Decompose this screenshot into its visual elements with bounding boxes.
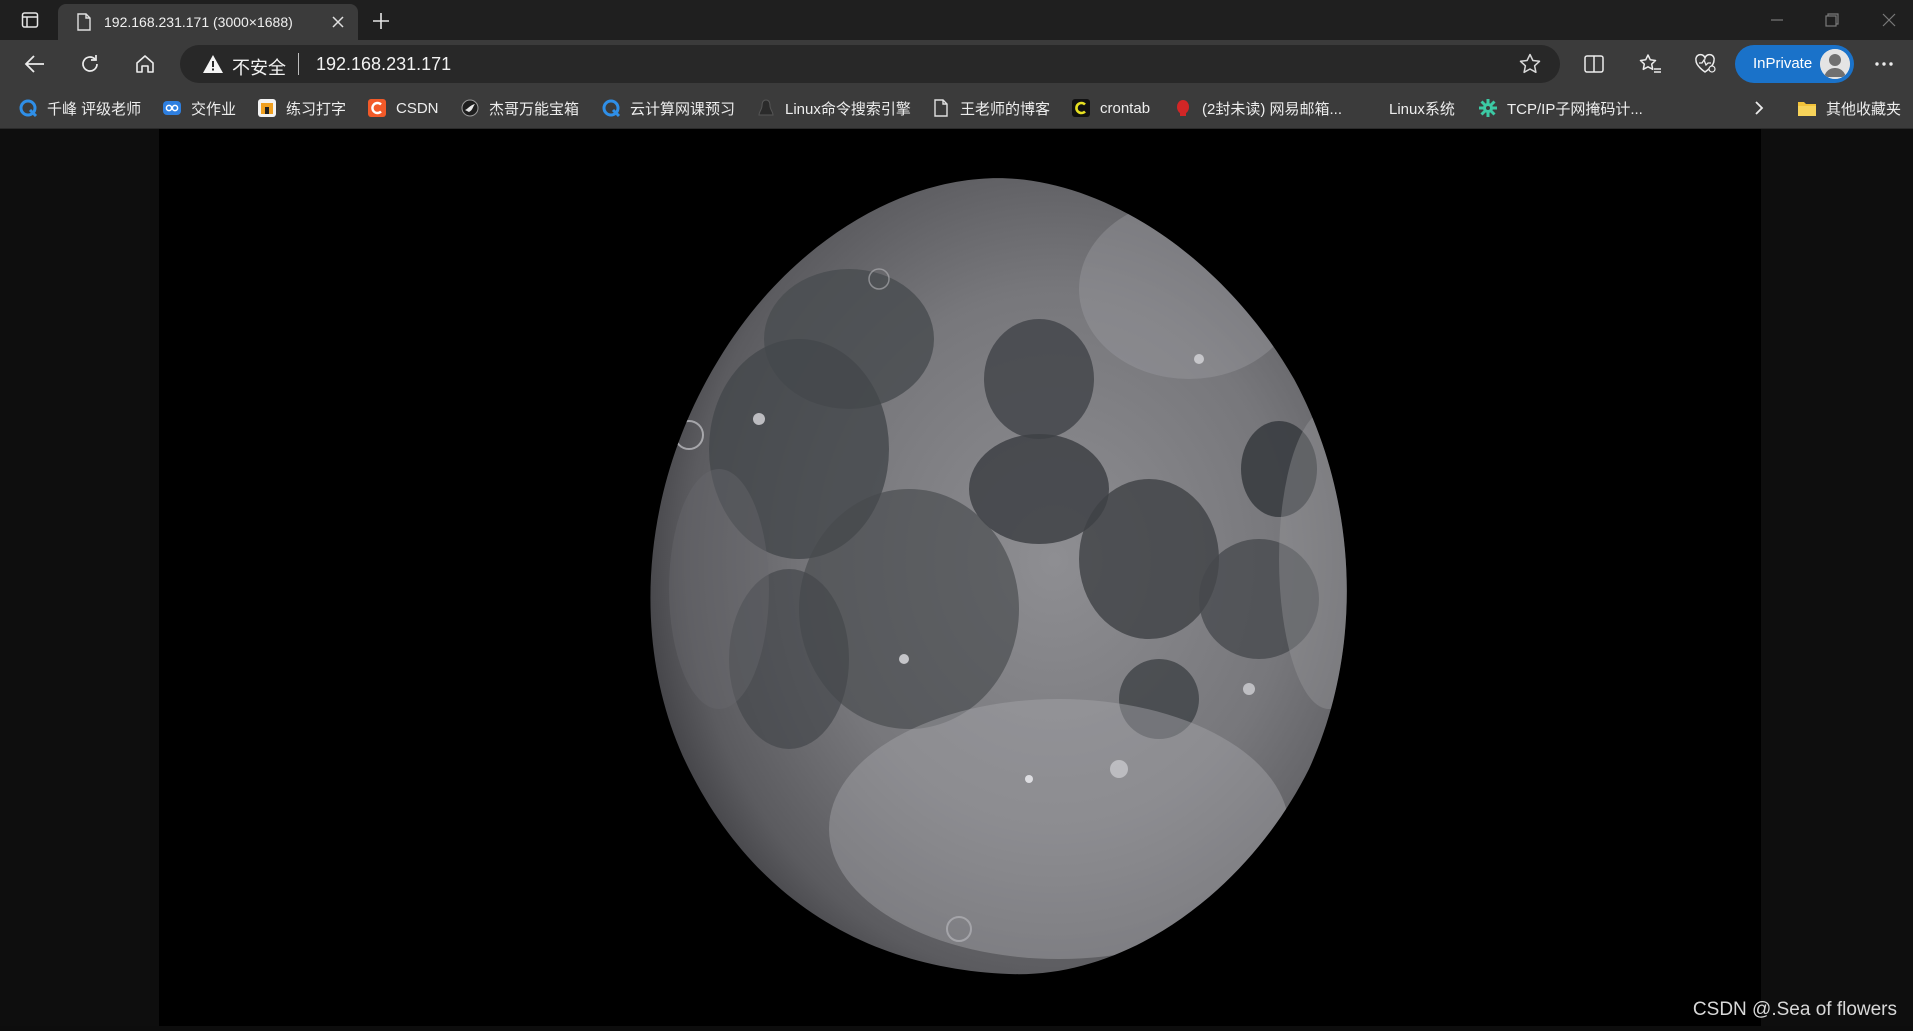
bookmark-qianfeng[interactable]: 千峰 评级老师 xyxy=(18,97,141,119)
tab-strip: 192.168.231.171 (3000×1688) xyxy=(0,0,1913,40)
bookmark-label: 云计算网课预习 xyxy=(630,100,736,118)
page-icon xyxy=(931,98,951,118)
back-arrow-icon xyxy=(24,55,44,73)
bookmark-label: 其他收藏夹 xyxy=(1826,100,1902,118)
avatar xyxy=(1820,49,1850,79)
home-button[interactable] xyxy=(128,48,162,80)
home-icon xyxy=(136,55,154,73)
page-icon xyxy=(74,12,94,32)
active-tab[interactable]: 192.168.231.171 (3000×1688) xyxy=(58,4,358,40)
bookmark-label: 杰哥万能宝箱 xyxy=(489,100,580,118)
bookmarks-overflow-button[interactable] xyxy=(1753,97,1765,119)
bookmark-subnet-calc[interactable]: TCP/IP子网掩码计... xyxy=(1478,97,1643,119)
bookmark-label: 千峰 评级老师 xyxy=(47,100,142,118)
bookmark-linux-system[interactable]: Linux系统 xyxy=(1360,97,1455,119)
moon-image xyxy=(650,178,1347,975)
warning-icon[interactable] xyxy=(202,54,224,74)
bookmark-label: Linux命令搜索引擎 xyxy=(785,100,911,118)
bookmark-label: TCP/IP子网掩码计... xyxy=(1507,100,1643,118)
back-button[interactable] xyxy=(18,48,52,80)
gear-icon xyxy=(1478,98,1498,118)
browser-toolbar: 不安全 192.168.231.171 InPrivate xyxy=(0,40,1913,88)
typing-icon xyxy=(257,98,277,118)
mail-icon xyxy=(1173,98,1193,118)
close-icon xyxy=(1882,13,1896,27)
bookmark-crontab[interactable]: crontab xyxy=(1071,97,1150,119)
blue-badge-icon xyxy=(162,98,182,118)
favorites-button[interactable] xyxy=(1636,50,1664,78)
favorite-star-icon[interactable] xyxy=(1518,52,1542,76)
tab-actions-button[interactable] xyxy=(14,6,46,34)
security-label[interactable]: 不安全 xyxy=(232,54,286,80)
qianfeng-icon xyxy=(18,98,38,118)
bookmark-jiege[interactable]: 杰哥万能宝箱 xyxy=(460,97,579,119)
bookmark-label: 交作业 xyxy=(191,100,237,118)
new-tab-button[interactable] xyxy=(368,8,394,34)
bookmark-homework[interactable]: 交作业 xyxy=(162,97,236,119)
address-divider xyxy=(298,53,299,75)
refresh-button[interactable] xyxy=(73,48,107,80)
csdn-icon xyxy=(367,98,387,118)
bookmark-csdn[interactable]: CSDN xyxy=(367,97,439,119)
crontab-icon xyxy=(1071,98,1091,118)
split-screen-icon xyxy=(1584,55,1604,73)
browser-essentials-button[interactable] xyxy=(1691,50,1719,78)
favorites-icon xyxy=(1639,54,1661,73)
bookmark-wang-blog[interactable]: 王老师的博客 xyxy=(931,97,1050,119)
address-bar[interactable]: 不安全 192.168.231.171 xyxy=(180,45,1560,83)
bookmarks-bar: 千峰 评级老师 交作业 练习打字 CSDN 杰哥万能宝箱 云计算网课预习 Lin… xyxy=(0,88,1913,129)
page-viewport: CSDN @.Sea of flowers xyxy=(0,129,1913,1026)
qianfeng-icon xyxy=(601,98,621,118)
tab-title: 192.168.231.171 (3000×1688) xyxy=(104,14,293,30)
bookmark-linux-search[interactable]: Linux命令搜索引擎 xyxy=(756,97,911,119)
split-screen-button[interactable] xyxy=(1580,50,1608,78)
bookmark-label: 练习打字 xyxy=(286,100,347,118)
linux-icon xyxy=(756,98,776,118)
csdn-watermark: CSDN @.Sea of flowers xyxy=(1692,999,1897,1020)
close-tab-button[interactable] xyxy=(328,12,348,32)
inprivate-profile-button[interactable]: InPrivate xyxy=(1735,45,1854,83)
bird-icon xyxy=(460,98,480,118)
plus-icon xyxy=(373,13,389,29)
heart-pulse-icon xyxy=(1695,53,1716,73)
chevron-right-icon xyxy=(1755,101,1764,115)
blank-site-icon xyxy=(1360,98,1380,118)
close-icon xyxy=(332,16,344,28)
folder-icon xyxy=(1797,98,1817,118)
bookmark-label: crontab xyxy=(1100,99,1151,117)
bookmark-label: 王老师的博客 xyxy=(960,100,1051,118)
refresh-icon xyxy=(82,55,98,72)
bookmark-cloud-course[interactable]: 云计算网课预习 xyxy=(601,97,735,119)
bookmark-163-mail[interactable]: (2封未读) 网易邮箱... xyxy=(1173,97,1342,119)
tab-actions-icon xyxy=(21,12,39,28)
more-dots-icon xyxy=(1875,62,1893,66)
inprivate-label: InPrivate xyxy=(1753,55,1813,72)
url-text[interactable]: 192.168.231.171 xyxy=(316,54,451,75)
bookmark-typing[interactable]: 练习打字 xyxy=(257,97,346,119)
minimize-button[interactable] xyxy=(1757,6,1797,34)
close-window-button[interactable] xyxy=(1869,6,1909,34)
other-favorites-folder[interactable]: 其他收藏夹 xyxy=(1797,97,1901,119)
bookmark-label: CSDN xyxy=(396,99,439,117)
settings-more-button[interactable] xyxy=(1870,50,1898,78)
displayed-image[interactable] xyxy=(159,129,1761,1026)
minimize-icon xyxy=(1771,19,1783,21)
bookmark-label: Linux系统 xyxy=(1389,100,1455,118)
restore-button[interactable] xyxy=(1812,6,1852,34)
bookmark-label: (2封未读) 网易邮箱... xyxy=(1202,100,1343,118)
restore-icon xyxy=(1825,13,1839,27)
